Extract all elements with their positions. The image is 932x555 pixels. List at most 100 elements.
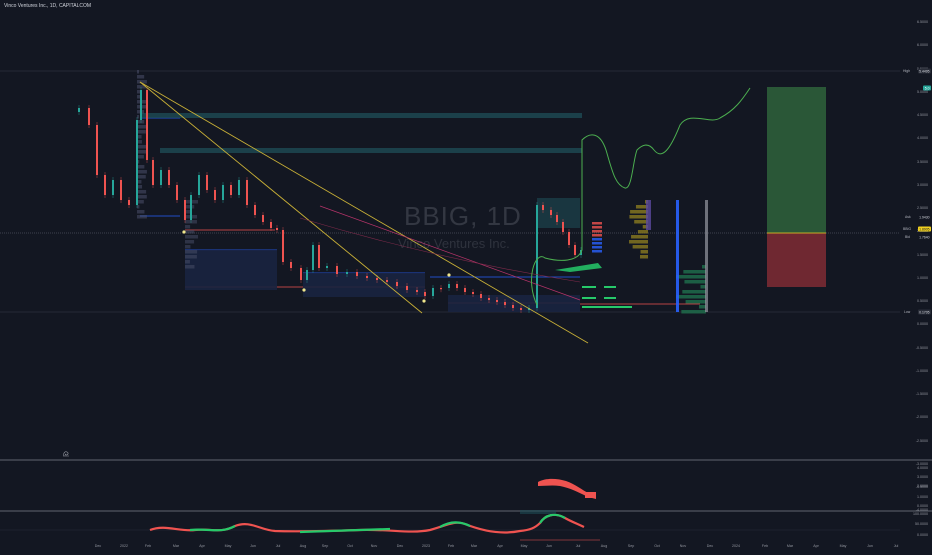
time-tick: 2024 bbox=[732, 544, 740, 548]
candle-body bbox=[536, 205, 538, 308]
chart-canvas[interactable] bbox=[0, 0, 932, 550]
candle-body bbox=[326, 266, 328, 268]
oscillator-label-box bbox=[585, 492, 596, 498]
price-tick: -0.5000 bbox=[915, 345, 928, 350]
low-value-badge: 0.1705 bbox=[917, 309, 931, 315]
signal-dot bbox=[422, 299, 426, 303]
snail-icon[interactable] bbox=[62, 449, 70, 457]
time-tick: May bbox=[839, 544, 847, 548]
time-tick: Jul bbox=[893, 544, 899, 548]
time-tick: Aug bbox=[299, 544, 307, 548]
time-tick: Nov bbox=[370, 544, 378, 548]
volume-bar bbox=[592, 250, 602, 253]
resistance-zone bbox=[140, 113, 582, 118]
candle-body bbox=[406, 286, 408, 290]
volume-bar bbox=[592, 246, 602, 249]
candle-body bbox=[270, 222, 272, 228]
candle-body bbox=[568, 232, 570, 245]
price-tick: 4.0000 bbox=[917, 136, 928, 141]
volume-bar bbox=[640, 255, 648, 259]
candle-body bbox=[96, 125, 98, 175]
volume-marker bbox=[582, 306, 632, 308]
volume-bar bbox=[137, 165, 145, 169]
price-tick: -1.0000 bbox=[915, 368, 928, 373]
volume-marker bbox=[604, 286, 616, 288]
candle-body bbox=[480, 294, 482, 298]
price-tick: 0.5000 bbox=[917, 299, 928, 303]
volume-bar bbox=[137, 145, 147, 149]
volume-bar bbox=[185, 230, 195, 234]
oscillator-tick: 4.0000 bbox=[917, 466, 928, 470]
time-tick: Sep bbox=[321, 544, 329, 548]
volume-bar bbox=[630, 210, 648, 214]
volume-bar bbox=[185, 225, 191, 229]
candle-body bbox=[488, 298, 490, 300]
price-tick: 3.5000 bbox=[917, 159, 928, 164]
volume-bar bbox=[137, 215, 147, 219]
candle-body bbox=[262, 215, 264, 222]
volume-bar bbox=[629, 240, 648, 244]
candle-body bbox=[448, 284, 450, 288]
volume-bar bbox=[185, 255, 197, 259]
company-watermark: Vinco Ventures Inc. bbox=[398, 236, 510, 251]
candle-body bbox=[88, 108, 90, 125]
candle-body bbox=[300, 268, 302, 280]
time-tick: Mar bbox=[786, 544, 794, 548]
volume-poc-bar bbox=[676, 200, 679, 312]
candle-body bbox=[318, 245, 320, 268]
candle-body bbox=[496, 300, 498, 302]
volume-bar bbox=[137, 120, 145, 124]
time-tick: Jun bbox=[250, 544, 256, 548]
price-projection-path[interactable] bbox=[531, 87, 751, 306]
profit-zone bbox=[767, 87, 826, 233]
volume-marker bbox=[604, 297, 616, 299]
candle-body bbox=[276, 228, 278, 230]
candle-body bbox=[254, 205, 256, 215]
price-tick: 4.5000 bbox=[917, 113, 928, 117]
time-tick: Apr bbox=[497, 544, 503, 548]
target-price-badge: 5.0 bbox=[923, 85, 931, 91]
candle-body bbox=[104, 175, 106, 195]
time-tick: Apr bbox=[199, 544, 205, 548]
oscillator-tick: 2.0000 bbox=[917, 484, 928, 488]
volume-bar bbox=[683, 270, 706, 274]
time-tick: Jun bbox=[546, 544, 552, 548]
time-tick: Dec bbox=[706, 544, 714, 548]
candle-body bbox=[416, 290, 418, 292]
time-tick: Dec bbox=[396, 544, 404, 548]
stop-zone bbox=[767, 233, 826, 287]
time-tick: Oct bbox=[654, 544, 660, 548]
candle-body bbox=[574, 245, 576, 255]
chart-svg[interactable] bbox=[0, 0, 932, 550]
candle-body bbox=[146, 90, 148, 160]
signal-dot bbox=[302, 288, 306, 292]
ask-value: 1.9430 bbox=[919, 215, 930, 219]
demand-zone bbox=[448, 295, 580, 312]
symbol-title[interactable]: Vinco Ventures Inc., 1D, CAPITALCOM bbox=[4, 3, 91, 9]
time-tick: Sep bbox=[627, 544, 635, 548]
volume-bar bbox=[185, 260, 190, 264]
candle-body bbox=[550, 210, 552, 215]
volume-bar bbox=[185, 235, 198, 239]
demand-zone bbox=[303, 273, 425, 297]
volume-bar bbox=[137, 200, 144, 204]
price-tick: -2.0000 bbox=[915, 415, 928, 420]
signal-dot bbox=[447, 273, 451, 277]
oscillator-tick: 0.0000 bbox=[917, 533, 928, 537]
time-tick: Aug bbox=[600, 544, 608, 548]
candle-body bbox=[456, 284, 458, 288]
volume-bar bbox=[185, 265, 195, 269]
time-tick: Nov bbox=[679, 544, 687, 548]
volume-bar bbox=[137, 150, 147, 154]
volume-bar bbox=[640, 250, 648, 254]
candle-body bbox=[464, 288, 466, 292]
bbig-label: BBIG bbox=[903, 227, 912, 231]
risk-reward-tool[interactable] bbox=[767, 87, 826, 287]
candle-body bbox=[336, 266, 338, 274]
candle-body bbox=[128, 200, 130, 205]
candle-body bbox=[562, 222, 564, 232]
price-axis[interactable]: 6.50006.00005.50005.00004.50004.00003.50… bbox=[900, 0, 932, 550]
candle-body bbox=[396, 282, 398, 286]
volume-bar bbox=[185, 250, 198, 254]
price-tick: 2.5000 bbox=[917, 206, 928, 210]
